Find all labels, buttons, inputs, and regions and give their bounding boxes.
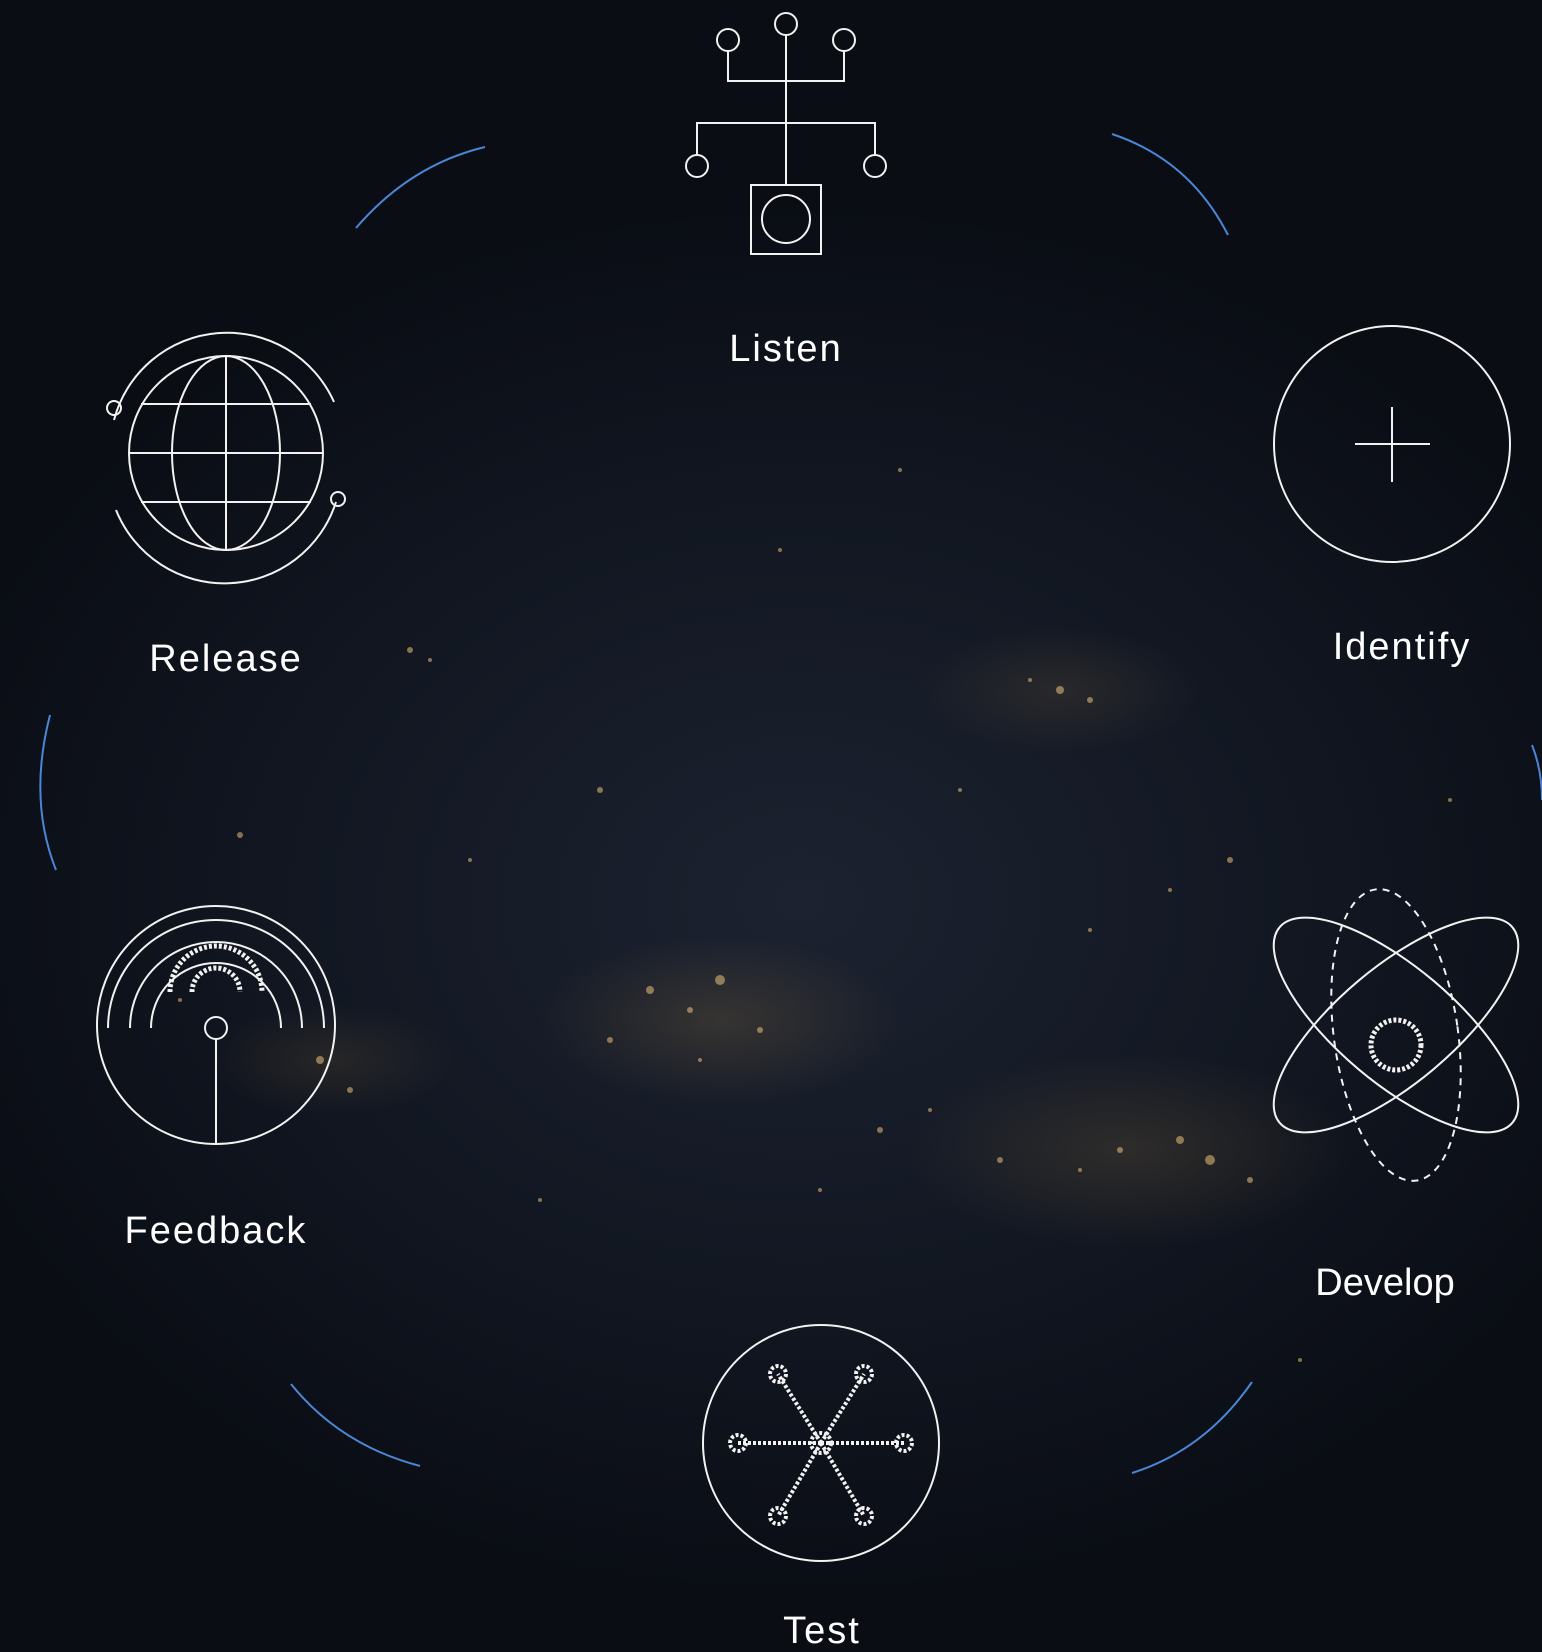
connector-arc-test-feedback [290, 1383, 421, 1467]
stage-label-release: Release [149, 638, 303, 680]
stage-label-test: Test [783, 1610, 861, 1652]
connector-arc-feedback-release [39, 714, 57, 871]
network-star-icon [702, 1324, 940, 1562]
globe-orbit-icon [106, 331, 346, 585]
connector-arc-identify-develop [1531, 744, 1542, 801]
stage-label-develop: Develop [1315, 1262, 1455, 1304]
atom-icon [1272, 888, 1520, 1182]
connector-arc-develop-test [1131, 1381, 1253, 1474]
stage-label-identify: Identify [1332, 626, 1472, 668]
cycle-diagram: Listen Identify Develop Test Feedback Re… [0, 0, 1542, 1652]
connector-arc-release-listen [355, 146, 486, 229]
cycle-diagram-graphics [39, 12, 1542, 1562]
plus-circle-icon [1273, 325, 1511, 563]
connector-arc-listen-identify [1111, 133, 1229, 236]
hierarchy-tree-icon [685, 12, 887, 255]
stage-label-feedback: Feedback [124, 1210, 308, 1252]
stage-label-listen: Listen [729, 328, 843, 370]
signal-antenna-icon [96, 905, 336, 1145]
